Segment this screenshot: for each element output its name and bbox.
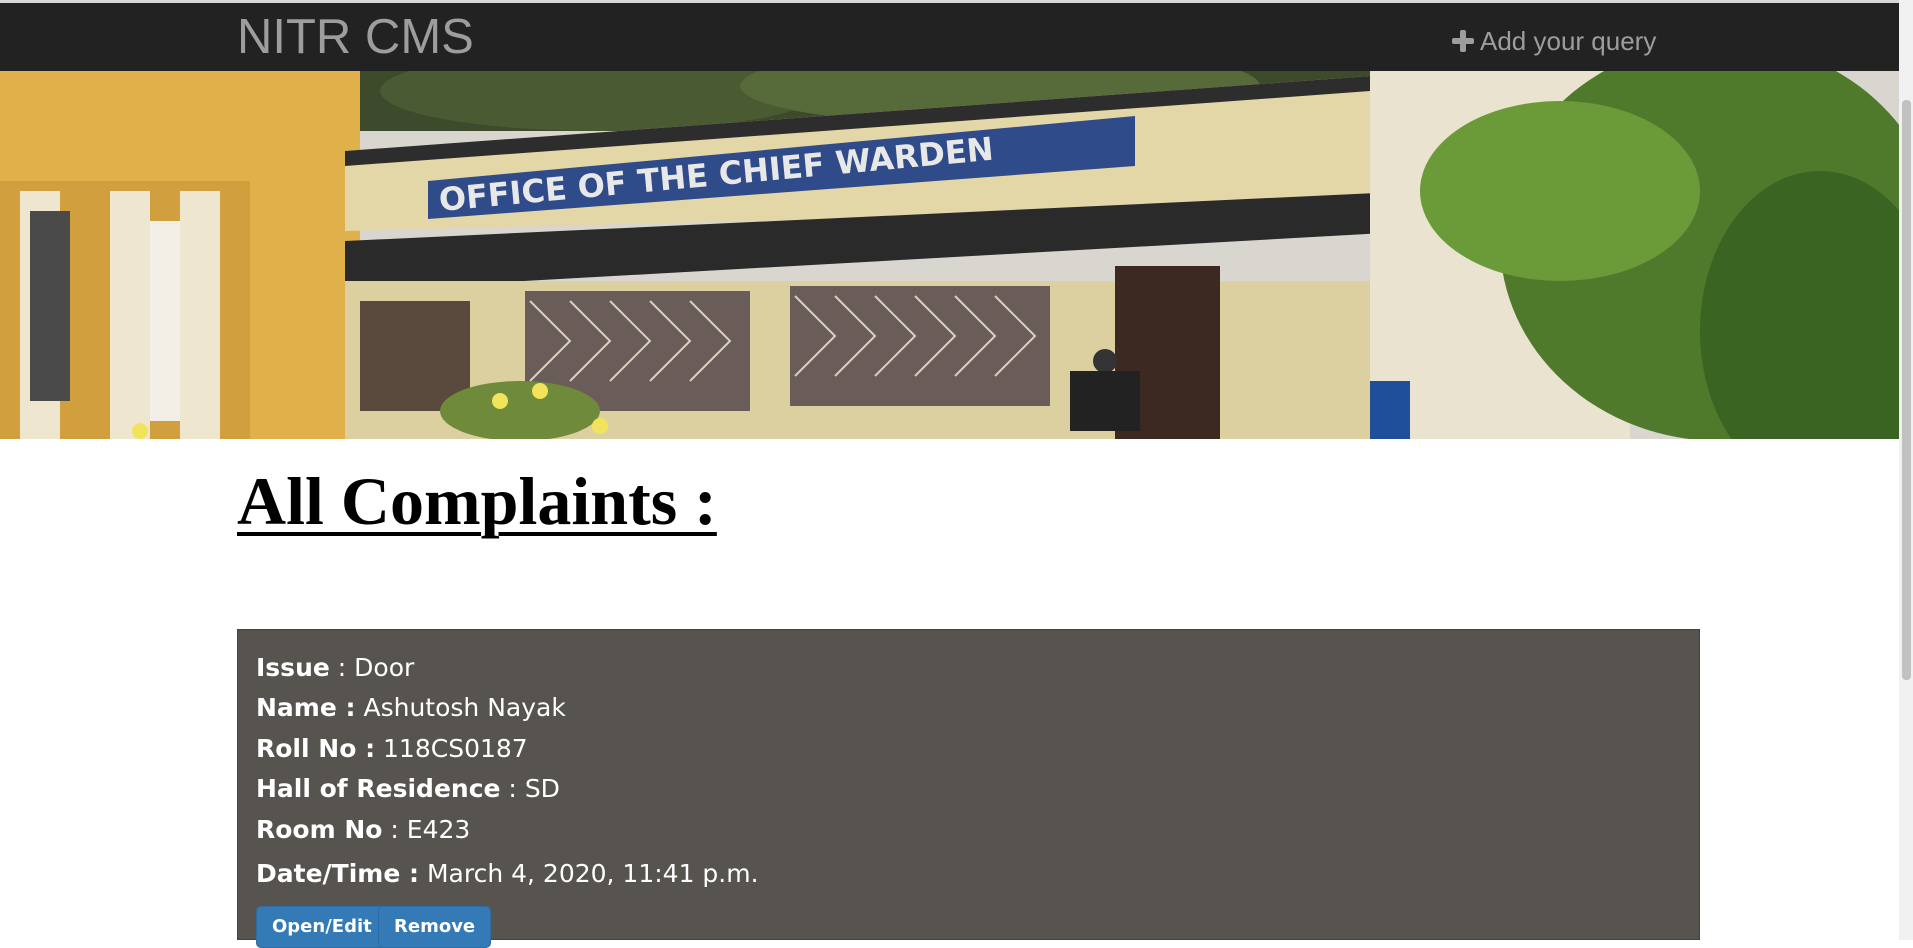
field-value: 118CS0187 [383,734,528,763]
field-hall: Hall of Residence : SD [256,774,560,803]
field-value: E423 [406,815,471,844]
field-roll-no: Roll No : 118CS0187 [256,734,528,763]
field-label: Issue [256,653,330,682]
banner-image: OFFICE OF THE CHIEF WARDEN [0,71,1899,439]
field-value: SD [524,774,560,803]
field-label: Room No [256,815,383,844]
field-value: March 4, 2020, 11:41 p.m. [426,859,759,888]
scrollbar-thumb[interactable] [1902,100,1911,680]
field-label: Roll No [256,734,357,763]
page-scrollbar[interactable] [1899,0,1913,940]
field-name: Name : Ashutosh Nayak [256,693,566,722]
field-value: Ashutosh Nayak [363,693,566,722]
field-label: Name [256,693,337,722]
field-datetime: Date/Time : March 4, 2020, 11:41 p.m. [256,859,759,888]
remove-button[interactable]: Remove [378,906,492,948]
field-label: Hall of Residence [256,774,501,803]
field-value: Door [354,653,415,682]
add-query-label: Add your query [1480,25,1657,56]
brand-logo[interactable]: NITR CMS [237,7,474,67]
complaint-card: Issue : Door Name : Ashutosh Nayak Roll … [237,629,1700,948]
plus-icon [1452,30,1474,52]
open-edit-button[interactable]: Open/Edit [256,906,388,948]
add-query-link[interactable]: Add your query [1452,23,1656,59]
field-issue: Issue : Door [256,653,415,682]
field-label: Date/Time [256,859,401,888]
top-navbar: NITR CMS Add your query [0,0,1899,71]
page-title: All Complaints : [237,463,717,539]
field-room-no: Room No : E423 [256,815,471,844]
